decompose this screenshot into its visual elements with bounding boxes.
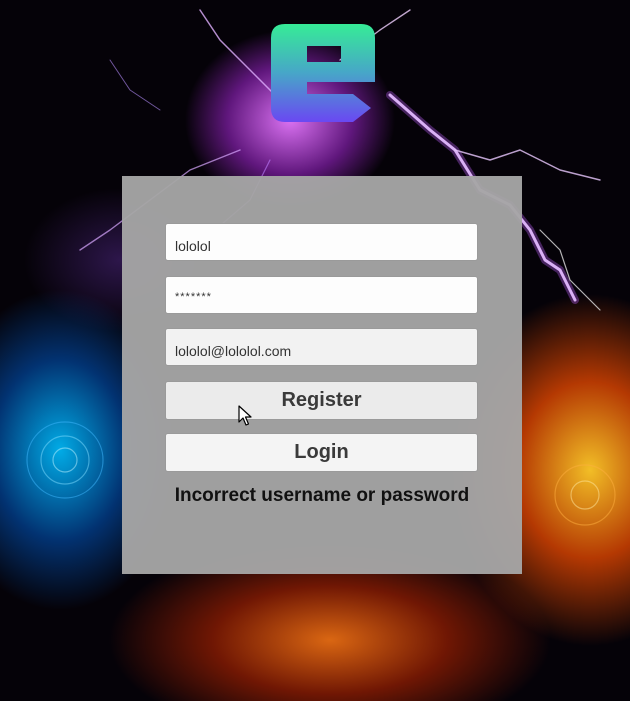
email-field[interactable] xyxy=(165,328,478,366)
error-message: Incorrect username or password xyxy=(174,485,470,506)
register-button[interactable]: Register xyxy=(165,381,478,420)
game-login-screen: Register Login Incorrect username or pas… xyxy=(0,0,630,701)
password-field[interactable] xyxy=(165,276,478,314)
login-panel: Register Login Incorrect username or pas… xyxy=(122,176,522,574)
username-field[interactable] xyxy=(165,223,478,261)
e-letter-logo-icon xyxy=(271,24,375,122)
mouse-pointer-icon xyxy=(238,405,252,426)
login-button[interactable]: Login xyxy=(165,433,478,472)
